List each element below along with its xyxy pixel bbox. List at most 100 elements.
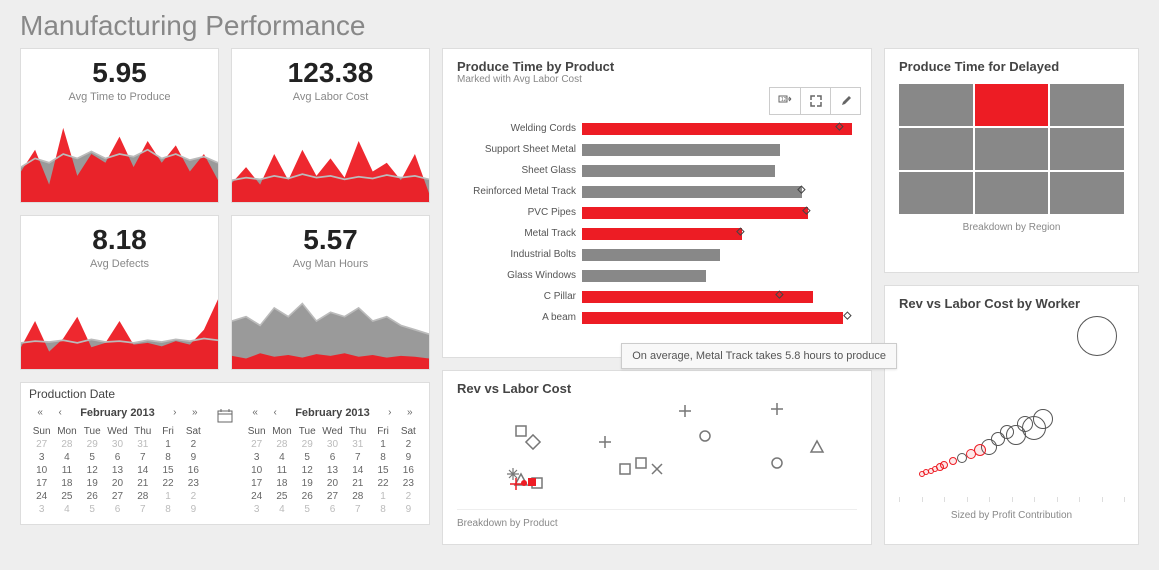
calendar-day[interactable]: 3 [29, 503, 54, 516]
calendar-day[interactable]: 2 [396, 438, 421, 451]
calendar-day[interactable]: 2 [181, 490, 206, 503]
calendar-day[interactable]: 5 [80, 503, 105, 516]
calendar-day[interactable]: 9 [396, 451, 421, 464]
breadcrumb[interactable]: Sized by Profit Contribution [899, 510, 1124, 521]
calendar-day[interactable]: 26 [80, 490, 105, 503]
calendar-day[interactable]: 8 [155, 451, 180, 464]
calendar-day[interactable]: 5 [80, 451, 105, 464]
calendar-day[interactable]: 6 [320, 503, 345, 516]
calendar-day[interactable]: 4 [54, 503, 79, 516]
prev-year-button[interactable]: « [247, 405, 263, 421]
calendar-day[interactable]: 22 [155, 477, 180, 490]
calendar-day[interactable]: 9 [181, 503, 206, 516]
calendar-day[interactable]: 7 [345, 451, 370, 464]
calendar-day[interactable]: 31 [130, 438, 155, 451]
calendar-day[interactable]: 7 [130, 503, 155, 516]
calendar-day[interactable]: 28 [269, 438, 294, 451]
scatter-point[interactable] [649, 461, 665, 482]
calendar-day[interactable]: 9 [396, 503, 421, 516]
calendar-day[interactable]: 7 [130, 451, 155, 464]
bar-row[interactable]: Industrial Bolts [457, 245, 857, 264]
calendar-day[interactable]: 3 [244, 503, 269, 516]
calendar-day[interactable]: 4 [269, 451, 294, 464]
scatter-point[interactable] [809, 439, 825, 460]
calendar-day[interactable]: 2 [181, 438, 206, 451]
calendar-day[interactable]: 31 [345, 438, 370, 451]
calendar-day[interactable]: 5 [295, 451, 320, 464]
calendar-day[interactable]: 23 [181, 477, 206, 490]
scatter-point[interactable] [617, 461, 633, 482]
calendar-day[interactable]: 3 [244, 451, 269, 464]
calendar-day[interactable]: 25 [54, 490, 79, 503]
calendar-day[interactable]: 13 [320, 464, 345, 477]
calendar-day[interactable]: 1 [155, 490, 180, 503]
calendar-day[interactable]: 15 [155, 464, 180, 477]
calendar-day[interactable]: 24 [29, 490, 54, 503]
breadcrumb[interactable]: Breakdown by Product [457, 518, 857, 529]
scatter-point[interactable] [597, 434, 613, 455]
calendar-day[interactable]: 14 [345, 464, 370, 477]
calendar-range-icon[interactable] [216, 407, 234, 425]
calendar-day[interactable]: 18 [269, 477, 294, 490]
calendar-day[interactable]: 8 [155, 503, 180, 516]
calendar-day[interactable]: 10 [29, 464, 54, 477]
bubble-point[interactable] [966, 449, 976, 459]
calendar-day[interactable]: 4 [269, 503, 294, 516]
calendar-day[interactable]: 17 [244, 477, 269, 490]
scatter-point[interactable] [769, 455, 785, 476]
heatmap-cell[interactable] [1050, 128, 1124, 170]
calendar-day[interactable]: 11 [269, 464, 294, 477]
next-year-button[interactable]: » [402, 405, 418, 421]
calendar-day[interactable]: 19 [295, 477, 320, 490]
bubble-point[interactable] [919, 471, 925, 477]
calendar-day[interactable]: 17 [29, 477, 54, 490]
next-year-button[interactable]: » [187, 405, 203, 421]
month-label[interactable]: February 2013 [287, 407, 378, 419]
calendar-day[interactable]: 1 [370, 438, 395, 451]
heatmap-cell[interactable] [975, 128, 1049, 170]
calendar-day[interactable]: 14 [130, 464, 155, 477]
bar-row[interactable]: A beam [457, 308, 857, 327]
calendar-day[interactable]: 27 [29, 438, 54, 451]
calendar-day[interactable]: 10 [244, 464, 269, 477]
prev-month-button[interactable]: ‹ [52, 405, 68, 421]
bar-row[interactable]: Sheet Glass [457, 161, 857, 180]
kpi-avg-manhours[interactable]: 5.57 Avg Man Hours [231, 215, 430, 370]
month-label[interactable]: February 2013 [72, 407, 163, 419]
calendar-day[interactable]: 6 [105, 503, 130, 516]
calendar-day[interactable]: 23 [396, 477, 421, 490]
calendar-day[interactable]: 27 [320, 490, 345, 503]
produce-time-panel[interactable]: Produce Time by Product Marked with Avg … [442, 48, 872, 358]
calendar-day[interactable]: 3 [29, 451, 54, 464]
calendar-day[interactable]: 8 [370, 451, 395, 464]
bar-row[interactable]: Metal Track [457, 224, 857, 243]
calendar-day[interactable]: 28 [54, 438, 79, 451]
calendar-day[interactable]: 24 [244, 490, 269, 503]
calendar-day[interactable]: 16 [181, 464, 206, 477]
scatter-point[interactable] [697, 428, 713, 449]
next-month-button[interactable]: › [167, 405, 183, 421]
calendar-day[interactable]: 5 [295, 503, 320, 516]
calendar-day[interactable]: 9 [181, 451, 206, 464]
bubble-point[interactable] [957, 453, 967, 463]
heatmap-cell[interactable] [899, 172, 973, 214]
calendar-day[interactable]: 28 [345, 490, 370, 503]
calendar-day[interactable]: 11 [54, 464, 79, 477]
calendar-day[interactable]: 4 [54, 451, 79, 464]
breadcrumb[interactable]: Breakdown by Region [899, 222, 1124, 233]
calendar-day[interactable]: 20 [320, 477, 345, 490]
calendar-day[interactable]: 29 [80, 438, 105, 451]
bar-row[interactable]: PVC Pipes [457, 203, 857, 222]
calendar-day[interactable]: 20 [105, 477, 130, 490]
bar-row[interactable]: Glass Windows [457, 266, 857, 285]
calendar-day[interactable]: 6 [105, 451, 130, 464]
bar-row[interactable]: Support Sheet Metal [457, 140, 857, 159]
calendar-day[interactable]: 30 [320, 438, 345, 451]
worker-panel[interactable]: Rev vs Labor Cost by Worker Sized by Pro… [884, 285, 1139, 545]
heatmap-cell[interactable] [975, 172, 1049, 214]
heatmap-cell[interactable] [899, 84, 973, 126]
calendar-day[interactable]: 19 [80, 477, 105, 490]
delayed-panel[interactable]: Produce Time for Delayed Breakdown by Re… [884, 48, 1139, 273]
bubble-point[interactable] [949, 457, 957, 465]
scatter-point[interactable] [677, 403, 693, 424]
